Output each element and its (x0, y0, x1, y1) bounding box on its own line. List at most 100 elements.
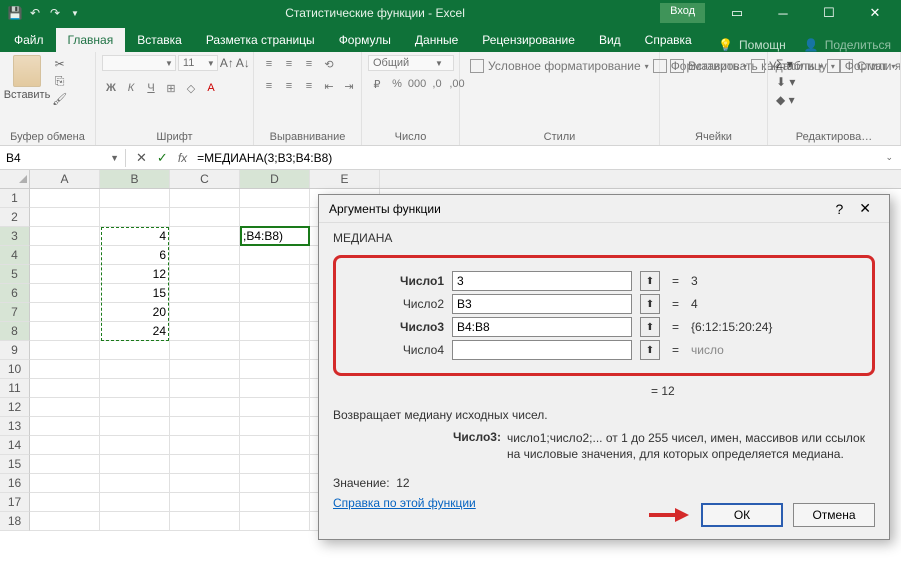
align-top-icon[interactable]: ≡ (260, 55, 278, 73)
cell-B9[interactable] (100, 341, 170, 360)
cell-D2[interactable] (240, 208, 310, 227)
cell-C2[interactable] (170, 208, 240, 227)
cell-C13[interactable] (170, 417, 240, 436)
indent-inc-icon[interactable]: ⇥ (340, 77, 358, 95)
row-header-4[interactable]: 4 (0, 246, 30, 265)
font-color-icon[interactable]: A (202, 79, 220, 97)
cell-D16[interactable] (240, 474, 310, 493)
comma-icon[interactable]: 000 (408, 75, 426, 93)
clear-icon[interactable]: ◆ ▾ (776, 93, 795, 107)
cell-D9[interactable] (240, 341, 310, 360)
cell-D8[interactable] (240, 322, 310, 341)
tell-me-label[interactable]: Помощн (739, 38, 786, 52)
cell-D3[interactable]: ;B4:B8) (240, 227, 310, 246)
row-header-6[interactable]: 6 (0, 284, 30, 303)
cell-B14[interactable] (100, 436, 170, 455)
tab-view[interactable]: Вид (587, 28, 633, 52)
cell-A10[interactable] (30, 360, 100, 379)
cell-D11[interactable] (240, 379, 310, 398)
cell-C6[interactable] (170, 284, 240, 303)
arg-input-0[interactable] (452, 271, 632, 291)
cell-B17[interactable] (100, 493, 170, 512)
tab-insert[interactable]: Вставка (125, 28, 194, 52)
font-name-input[interactable]: ▼ (102, 55, 176, 71)
cell-B5[interactable]: 12 (100, 265, 170, 284)
cell-C3[interactable] (170, 227, 240, 246)
share-label[interactable]: Поделиться (825, 38, 891, 52)
col-header-E[interactable]: E (310, 170, 380, 188)
cell-A7[interactable] (30, 303, 100, 322)
number-format-select[interactable]: ▼ (368, 55, 454, 71)
cell-B8[interactable]: 24 (100, 322, 170, 341)
cell-C4[interactable] (170, 246, 240, 265)
underline-icon[interactable]: Ч (142, 79, 160, 97)
italic-icon[interactable]: К (122, 79, 140, 97)
arg-input-2[interactable] (452, 317, 632, 337)
cell-D4[interactable] (240, 246, 310, 265)
align-left-icon[interactable]: ≡ (260, 77, 278, 95)
col-header-D[interactable]: D (240, 170, 310, 188)
cell-B15[interactable] (100, 455, 170, 474)
border-icon[interactable]: ⊞ (162, 79, 180, 97)
paste-button[interactable]: Вставить (6, 55, 48, 101)
ribbon-options-icon[interactable]: ▭ (715, 0, 759, 26)
cell-A13[interactable] (30, 417, 100, 436)
ok-button[interactable]: ОК (701, 503, 783, 527)
tab-file[interactable]: Файл (2, 28, 56, 52)
copy-icon[interactable]: ⎘ (52, 74, 67, 89)
tab-home[interactable]: Главная (56, 28, 126, 52)
cell-B1[interactable] (100, 189, 170, 208)
conditional-formatting-button[interactable]: Условное форматирование▾ (470, 59, 649, 73)
autosum-icon[interactable]: Σ ▾ (776, 57, 793, 71)
share-icon[interactable]: 👤 (804, 38, 819, 52)
cell-A6[interactable] (30, 284, 100, 303)
dialog-close-button[interactable]: ✕ (851, 198, 879, 219)
cell-C7[interactable] (170, 303, 240, 322)
cell-A3[interactable] (30, 227, 100, 246)
cut-icon[interactable]: ✂ (52, 57, 67, 71)
indent-dec-icon[interactable]: ⇤ (320, 77, 338, 95)
orientation-icon[interactable]: ⟲ (320, 55, 338, 73)
fill-color-icon[interactable]: ◇ (182, 79, 200, 97)
cell-D1[interactable] (240, 189, 310, 208)
cell-A11[interactable] (30, 379, 100, 398)
cell-C1[interactable] (170, 189, 240, 208)
chevron-down-icon[interactable]: ▼ (110, 153, 119, 163)
cell-D18[interactable] (240, 512, 310, 531)
tab-formulas[interactable]: Формулы (327, 28, 403, 52)
cancel-button[interactable]: Отмена (793, 503, 875, 527)
cell-A9[interactable] (30, 341, 100, 360)
fill-icon[interactable]: ⬇ ▾ (776, 75, 795, 89)
cell-D7[interactable] (240, 303, 310, 322)
tab-data[interactable]: Данные (403, 28, 470, 52)
cell-C5[interactable] (170, 265, 240, 284)
cell-B13[interactable] (100, 417, 170, 436)
cell-A17[interactable] (30, 493, 100, 512)
cell-A14[interactable] (30, 436, 100, 455)
row-header-11[interactable]: 11 (0, 379, 30, 398)
cell-B12[interactable] (100, 398, 170, 417)
login-button[interactable]: Вход (660, 3, 705, 23)
cell-B10[interactable] (100, 360, 170, 379)
row-header-12[interactable]: 12 (0, 398, 30, 417)
cell-C16[interactable] (170, 474, 240, 493)
range-picker-icon[interactable]: ⬆ (640, 317, 660, 337)
row-header-3[interactable]: 3 (0, 227, 30, 246)
arg-input-3[interactable] (452, 340, 632, 360)
range-picker-icon[interactable]: ⬆ (640, 340, 660, 360)
enter-formula-icon[interactable]: ✓ (157, 150, 168, 166)
tab-pagelayout[interactable]: Разметка страницы (194, 28, 327, 52)
cell-A12[interactable] (30, 398, 100, 417)
cell-D14[interactable] (240, 436, 310, 455)
expand-formula-icon[interactable]: ⌄ (877, 152, 901, 163)
row-header-8[interactable]: 8 (0, 322, 30, 341)
insert-cells-button[interactable]: Вставить▾ (670, 59, 747, 73)
row-header-13[interactable]: 13 (0, 417, 30, 436)
tell-me-icon[interactable]: 💡 (718, 38, 733, 52)
cell-A15[interactable] (30, 455, 100, 474)
fx-icon[interactable]: fx (178, 151, 187, 165)
save-icon[interactable]: 💾 (6, 4, 24, 22)
cell-D6[interactable] (240, 284, 310, 303)
name-box[interactable]: B4▼ (0, 149, 126, 167)
cell-A1[interactable] (30, 189, 100, 208)
